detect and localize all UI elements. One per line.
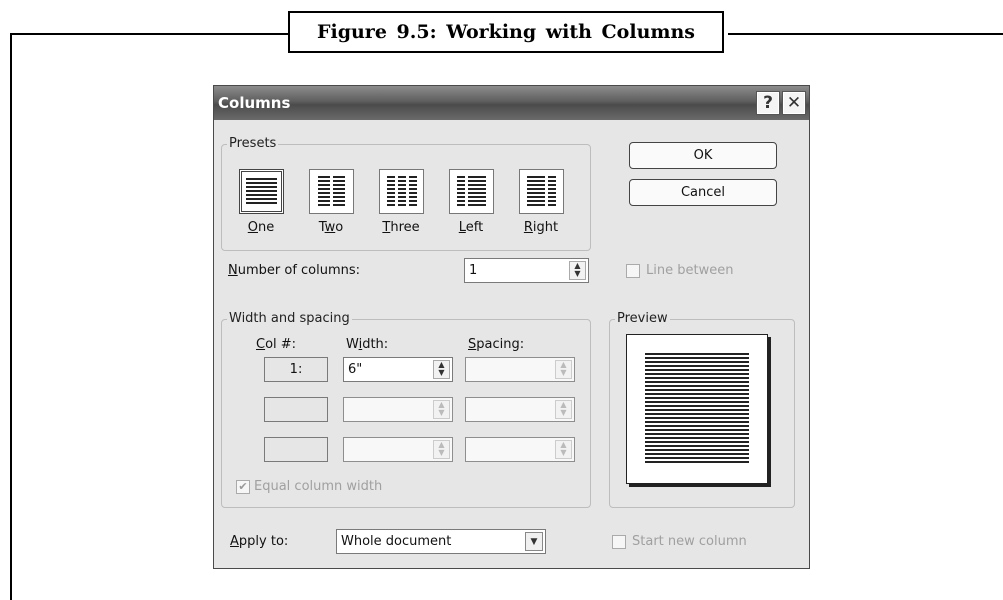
width-spacing-group: Width and spacing Col #: Width: Spacing:… [221, 311, 591, 508]
preset-right[interactable]: Right [512, 169, 570, 235]
width-value-1: 6" [348, 362, 363, 377]
columns-dialog: Columns ? ✕ Presets One Two Three Left R… [213, 85, 810, 569]
apply-to-select[interactable]: Whole document ▼ [336, 529, 546, 554]
preset-right-icon [518, 169, 564, 214]
start-new-column-checkbox[interactable] [612, 535, 626, 549]
presets-group-label: Presets [227, 136, 279, 151]
line-between-checkbox[interactable] [626, 264, 640, 278]
spacing-header: Spacing: [468, 337, 525, 352]
preset-two-icon [308, 169, 354, 214]
preset-right-label: Right [523, 220, 559, 235]
width-input-2[interactable]: ▲ ▼ [343, 397, 453, 422]
spacing-input-1[interactable]: ▲ ▼ [465, 357, 575, 382]
preview-page [626, 334, 768, 484]
preset-one-label: One [247, 220, 275, 235]
spacing-spinner-3[interactable]: ▲ ▼ [555, 440, 572, 459]
equal-column-width-label: Equal column width [254, 479, 383, 494]
spacing-spinner-2[interactable]: ▲ ▼ [555, 400, 572, 419]
width-spacing-group-label: Width and spacing [227, 311, 352, 326]
number-of-columns-spinner[interactable]: ▲ ▼ [569, 261, 586, 280]
dialog-title: Columns [218, 94, 291, 112]
help-button[interactable]: ? [756, 91, 780, 115]
preset-one[interactable]: One [232, 169, 290, 235]
presets-group: Presets One Two Three Left Right [221, 136, 591, 251]
col-number-2 [264, 397, 328, 422]
width-spinner-3[interactable]: ▲ ▼ [433, 440, 450, 459]
chevron-down-icon[interactable]: ▼ [525, 532, 543, 551]
spacing-spinner-1[interactable]: ▲ ▼ [555, 360, 572, 379]
width-input-1[interactable]: 6" ▲ ▼ [343, 357, 453, 382]
spacing-input-3[interactable]: ▲ ▼ [465, 437, 575, 462]
preset-left[interactable]: Left [442, 169, 500, 235]
start-new-column-label: Start new column [632, 534, 747, 549]
figure-frame-left [10, 33, 12, 600]
title-bar: Columns ? ✕ [214, 86, 809, 120]
preview-text-lines [645, 353, 749, 465]
preset-three-label: Three [382, 220, 420, 235]
ok-button[interactable]: OK [629, 142, 777, 169]
width-spinner-1[interactable]: ▲ ▼ [433, 360, 450, 379]
close-button[interactable]: ✕ [782, 91, 806, 115]
preset-left-icon [448, 169, 494, 214]
equal-column-width-checkbox[interactable]: ✔ [236, 480, 250, 494]
line-between-label: Line between [646, 263, 734, 278]
number-of-columns-value: 1 [469, 263, 478, 278]
col-number-1: 1: [264, 357, 328, 382]
apply-to-label: Apply to: [230, 534, 289, 549]
preview-group-label: Preview [615, 311, 670, 326]
number-of-columns-label: Number of columns: [228, 263, 361, 278]
cancel-button[interactable]: Cancel [629, 179, 777, 206]
spacing-input-2[interactable]: ▲ ▼ [465, 397, 575, 422]
preset-left-label: Left [458, 220, 484, 235]
preset-two-label: Two [318, 220, 344, 235]
preset-one-icon [238, 169, 284, 214]
width-header: Width: [346, 337, 389, 352]
width-input-3[interactable]: ▲ ▼ [343, 437, 453, 462]
preset-three-icon [378, 169, 424, 214]
preview-group: Preview [609, 311, 795, 508]
preset-three[interactable]: Three [372, 169, 430, 235]
col-header: Col #: [256, 337, 297, 352]
preset-two[interactable]: Two [302, 169, 360, 235]
number-of-columns-input[interactable]: 1 ▲ ▼ [464, 258, 589, 283]
figure-caption: Figure 9.5: Working with Columns [288, 11, 724, 53]
figure-frame-top-right [728, 33, 1003, 35]
figure-frame-top-left [10, 33, 288, 35]
width-spinner-2[interactable]: ▲ ▼ [433, 400, 450, 419]
apply-to-value: Whole document [341, 534, 452, 549]
col-number-3 [264, 437, 328, 462]
